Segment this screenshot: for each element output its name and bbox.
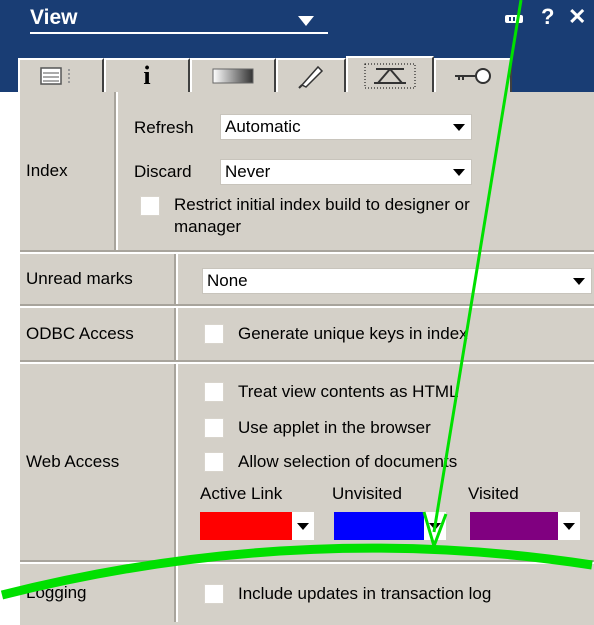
tab-style[interactable] xyxy=(190,58,276,92)
close-icon[interactable]: ✕ xyxy=(568,4,586,30)
index-section: Index Refresh Automatic Discard Never Re… xyxy=(20,92,594,250)
refresh-value: Automatic xyxy=(225,117,301,136)
info-icon: i xyxy=(143,61,151,90)
tab-row: i xyxy=(0,54,594,93)
discard-select[interactable]: Never xyxy=(220,159,472,185)
restrict-index-checkbox[interactable] xyxy=(140,196,160,216)
include-updates-checkbox[interactable] xyxy=(204,584,224,604)
logging-label: Logging xyxy=(20,564,176,622)
chevron-down-icon xyxy=(424,512,446,540)
odbc-access-section: ODBC Access Generate unique keys in inde… xyxy=(20,308,594,360)
font-pen-icon xyxy=(298,65,324,89)
generate-unique-keys-checkbox[interactable] xyxy=(204,324,224,344)
restrict-index-label-line2: manager xyxy=(174,217,242,236)
web-access-section: Web Access Treat view contents as HTML U… xyxy=(20,364,594,560)
title-underline xyxy=(30,32,328,34)
window-title: View xyxy=(30,6,78,29)
window-titlebar: View ? ✕ xyxy=(0,0,594,54)
refresh-select[interactable]: Automatic xyxy=(220,114,472,140)
treat-html-label: Treat view contents as HTML xyxy=(238,382,459,401)
logging-section: Logging Include updates in transaction l… xyxy=(20,564,594,622)
unread-marks-select[interactable]: None xyxy=(202,268,592,294)
restrict-index-label-line1: Restrict initial index build to designer… xyxy=(174,195,470,214)
visited-label: Visited xyxy=(468,484,519,503)
use-applet-checkbox[interactable] xyxy=(204,418,224,438)
refresh-label: Refresh xyxy=(134,118,194,137)
active-link-color-picker[interactable] xyxy=(200,512,314,540)
unread-marks-value: None xyxy=(207,271,248,290)
tab-info[interactable]: i xyxy=(104,58,190,92)
unread-marks-section: Unread marks None xyxy=(20,254,594,304)
style-gradient-icon xyxy=(212,68,254,84)
discard-label: Discard xyxy=(134,162,192,181)
allow-selection-label: Allow selection of documents xyxy=(238,452,458,471)
advanced-properties-panel: Index Refresh Automatic Discard Never Re… xyxy=(18,92,594,625)
allow-selection-checkbox[interactable] xyxy=(204,452,224,472)
chevron-down-icon xyxy=(558,512,580,540)
unvisited-label: Unvisited xyxy=(332,484,402,503)
include-updates-label: Include updates in transaction log xyxy=(238,584,492,603)
use-applet-label: Use applet in the browser xyxy=(238,418,431,437)
tab-security[interactable] xyxy=(434,58,512,92)
web-access-label: Web Access xyxy=(20,364,176,560)
help-icon[interactable]: ? xyxy=(541,4,554,30)
chevron-down-icon xyxy=(292,512,314,540)
security-key-icon xyxy=(455,68,491,84)
treat-html-checkbox[interactable] xyxy=(204,382,224,402)
unread-marks-label: Unread marks xyxy=(20,254,176,304)
discard-value: Never xyxy=(225,162,271,181)
tab-basics[interactable] xyxy=(18,58,104,92)
visited-color-picker[interactable] xyxy=(470,512,584,540)
chevron-down-icon xyxy=(453,124,465,131)
title-dropdown-arrow-icon[interactable] xyxy=(298,16,314,26)
active-link-label: Active Link xyxy=(200,484,283,503)
visited-color-swatch xyxy=(470,512,558,540)
generate-unique-keys-label: Generate unique keys in index xyxy=(238,324,468,343)
unvisited-color-picker[interactable] xyxy=(334,512,448,540)
tab-advanced[interactable] xyxy=(346,56,434,93)
pin-icon[interactable] xyxy=(505,15,523,23)
tab-font[interactable] xyxy=(276,58,346,92)
unvisited-color-swatch xyxy=(334,512,424,540)
active-link-color-swatch xyxy=(200,512,292,540)
basics-list-icon xyxy=(40,67,70,85)
chevron-down-icon xyxy=(573,278,585,285)
advanced-index-icon xyxy=(364,63,416,88)
chevron-down-icon xyxy=(453,169,465,176)
odbc-access-label: ODBC Access xyxy=(20,308,176,360)
index-label: Index xyxy=(20,92,116,250)
